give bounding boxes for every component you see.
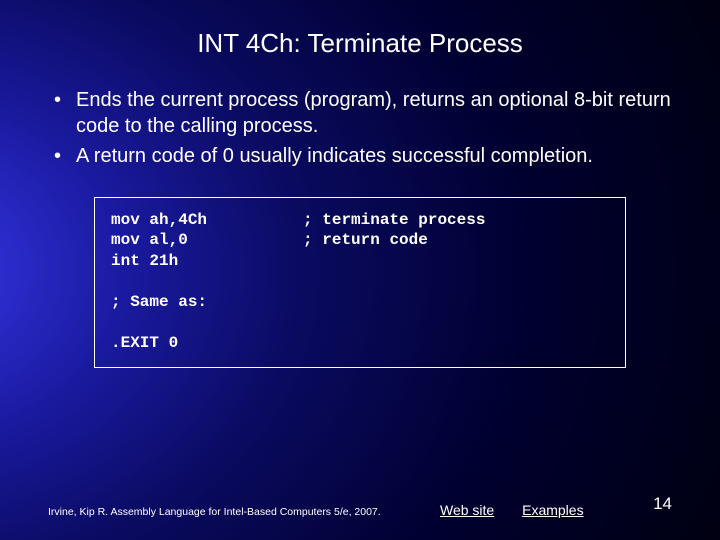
examples-link[interactable]: Examples: [522, 502, 583, 518]
slide-footer: Irvine, Kip R. Assembly Language for Int…: [48, 506, 672, 518]
bullet-list: Ends the current process (program), retu…: [48, 87, 672, 169]
code-block: mov ah,4Ch ; terminate process mov al,0 …: [94, 197, 626, 368]
website-link[interactable]: Web site: [440, 502, 494, 518]
bullet-item: A return code of 0 usually indicates suc…: [48, 143, 672, 169]
page-number: 14: [653, 494, 672, 514]
bullet-item: Ends the current process (program), retu…: [48, 87, 672, 139]
footer-citation: Irvine, Kip R. Assembly Language for Int…: [48, 506, 381, 518]
slide-title: INT 4Ch: Terminate Process: [0, 0, 720, 59]
slide-body: Ends the current process (program), retu…: [0, 59, 720, 368]
footer-links: Web site Examples: [440, 502, 608, 518]
